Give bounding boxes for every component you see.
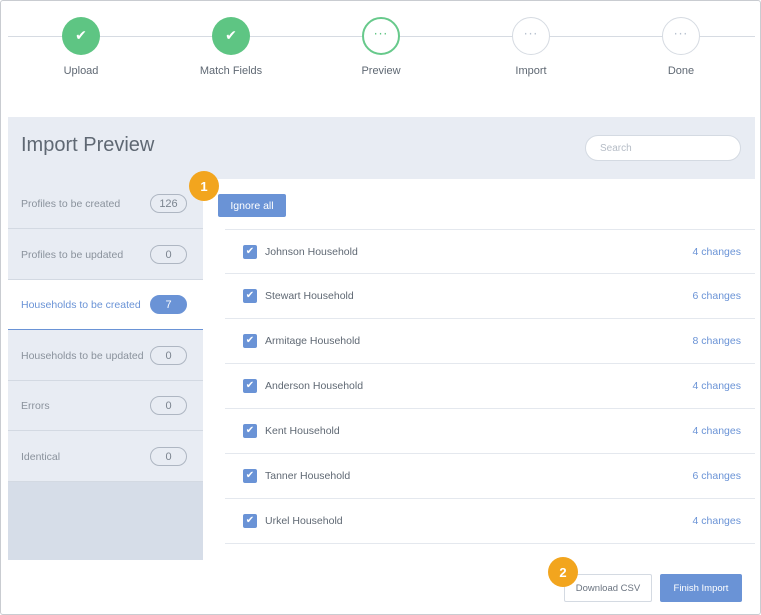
changes-link[interactable]: 4 changes [693,515,741,527]
sidebar-item-profiles-created[interactable]: Profiles to be created 126 [8,179,203,229]
ellipsis-icon: ··· [673,27,689,41]
changes-link[interactable]: 6 changes [693,290,741,302]
step-preview-circle: ··· [362,17,400,55]
sidebar-item-label: Identical [21,450,61,463]
count-badge: 0 [150,346,187,365]
check-icon: ✔ [225,28,237,44]
household-row: ✔ Stewart Household 6 changes [225,274,755,319]
household-name: Armitage Household [265,335,361,347]
import-wizard-window: ✔ Upload ✔ Match Fields ··· Preview ··· … [0,0,761,615]
step-label: Upload [63,65,99,77]
check-icon: ✔ [245,335,255,346]
sidebar-item-label: Profiles to be updated [21,248,124,261]
callout-badge-1: 1 [189,171,219,201]
step-upload-circle: ✔ [62,17,100,55]
changes-link[interactable]: 4 changes [693,380,741,392]
step-done: ··· Done [621,17,741,77]
check-icon: ✔ [75,28,87,44]
sidebar-empty-area [8,482,203,560]
row-checkbox[interactable]: ✔ [243,514,257,528]
check-icon: ✔ [245,245,255,257]
sidebar-item-label: Errors [21,399,50,412]
step-label: Import [515,65,547,77]
check-icon: ✔ [245,290,255,301]
progress-stepper: ✔ Upload ✔ Match Fields ··· Preview ··· … [8,1,755,106]
row-checkbox[interactable]: ✔ [243,289,257,303]
sidebar-item-profiles-updated[interactable]: Profiles to be updated 0 [8,230,203,280]
step-import-circle: ··· [512,17,550,55]
check-icon: ✔ [245,515,255,526]
household-name: Johnson Household [265,245,358,258]
household-row: ✔ Urkel Household 4 changes [225,499,755,544]
sidebar-item-label: Profiles to be created [21,197,121,210]
row-checkbox[interactable]: ✔ [243,334,257,348]
search-input[interactable] [585,135,741,161]
household-row: ✔ Tanner Household 6 changes [225,454,755,499]
category-sidebar: Profiles to be created 126 Profiles to b… [8,179,203,560]
count-badge: 0 [150,396,187,415]
count-badge: 0 [150,245,187,264]
household-name: Tanner Household [265,470,351,482]
household-row: ✔ Johnson Household 4 changes [225,229,755,274]
changes-link[interactable]: 4 changes [693,425,741,437]
finish-import-button[interactable]: Finish Import [660,574,742,602]
step-label: Match Fields [199,65,263,77]
step-upload: ✔ Upload [21,17,141,77]
household-name: Anderson Household [265,380,364,392]
household-row: ✔ Kent Household 4 changes [225,409,755,454]
household-row: ✔ Armitage Household 8 changes [225,319,755,364]
sidebar-item-errors[interactable]: Errors 0 [8,381,203,431]
step-label: Done [667,65,695,77]
ellipsis-icon: ··· [373,27,389,41]
row-checkbox[interactable]: ✔ [243,424,257,438]
step-preview: ··· Preview [321,17,441,77]
ignore-all-button[interactable]: Ignore all [218,194,286,217]
changes-link[interactable]: 4 changes [693,246,741,258]
check-icon: ✔ [245,380,255,391]
download-csv-button[interactable]: Download CSV [564,574,652,602]
step-match-fields-circle: ✔ [212,17,250,55]
sidebar-item-label: Households to be updated [21,349,144,362]
row-checkbox[interactable]: ✔ [243,469,257,483]
step-label: Preview [361,65,401,77]
count-badge: 7 [150,295,187,314]
household-name: Stewart Household [265,290,354,302]
changes-link[interactable]: 6 changes [693,470,741,482]
household-name: Kent Household [265,425,340,437]
page-title: Import Preview [21,134,155,156]
row-checkbox[interactable]: ✔ [243,379,257,393]
ellipsis-icon: ··· [523,27,539,41]
check-icon: ✔ [245,425,255,436]
household-row: ✔ Anderson Household 4 changes [225,364,755,409]
sidebar-item-label: Households to be created [21,298,141,311]
step-match-fields: ✔ Match Fields [171,17,291,77]
sidebar-item-households-updated[interactable]: Households to be updated 0 [8,331,203,381]
step-done-circle: ··· [662,17,700,55]
row-checkbox[interactable]: ✔ [243,244,257,259]
step-import: ··· Import [471,17,591,77]
count-badge: 126 [150,194,187,213]
callout-badge-2: 2 [548,557,578,587]
sidebar-item-households-created[interactable]: Households to be created 7 [8,280,203,330]
preview-header: Import Preview [8,117,755,179]
changes-link[interactable]: 8 changes [693,335,741,347]
sidebar-item-identical[interactable]: Identical 0 [8,432,203,482]
count-badge: 0 [150,447,187,466]
check-icon: ✔ [245,470,255,481]
household-name: Urkel Household [265,515,343,527]
